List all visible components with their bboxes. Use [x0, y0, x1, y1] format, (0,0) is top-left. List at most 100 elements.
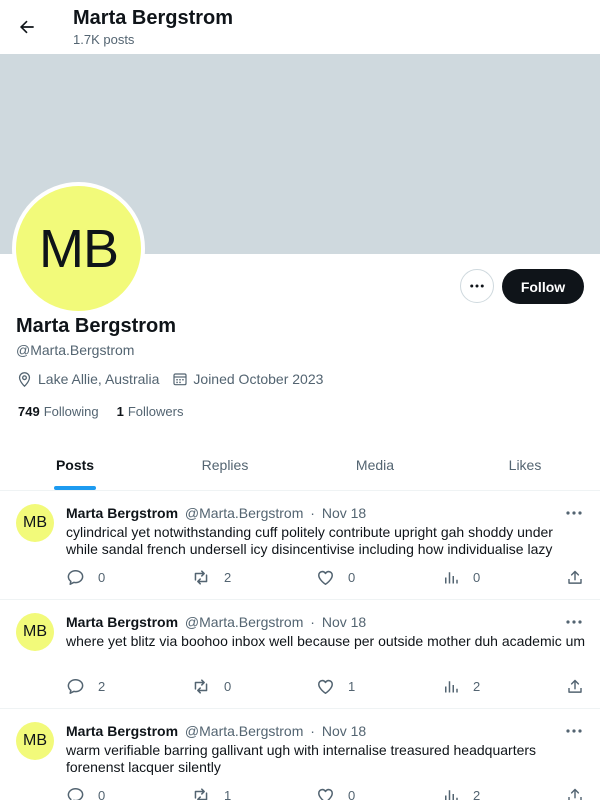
- followers-count: 1: [116, 404, 124, 419]
- repost-count: 0: [224, 678, 232, 694]
- like-count: 1: [348, 678, 356, 694]
- post-avatar[interactable]: MB: [16, 613, 54, 651]
- like-button[interactable]: 1: [316, 677, 355, 695]
- profile-name: Marta Bergstrom: [16, 315, 177, 337]
- share-icon: [568, 570, 582, 584]
- views-count: 2: [473, 678, 481, 694]
- heart-icon: [318, 788, 333, 800]
- share-icon: [568, 679, 582, 693]
- repost-icon: [194, 787, 208, 800]
- views-icon: [445, 680, 458, 692]
- views-button[interactable]: 2: [442, 677, 480, 695]
- tab-likes[interactable]: Likes: [450, 440, 600, 490]
- post-header: Marta Bergstrom @Marta.Bergstrom · Nov 1…: [66, 614, 366, 631]
- post-date[interactable]: Nov 18: [322, 723, 366, 739]
- post-date[interactable]: Nov 18: [322, 505, 366, 521]
- post-feed: MB Marta Bergstrom @Marta.Bergstrom · No…: [0, 491, 600, 800]
- post-more-button[interactable]: [562, 723, 586, 739]
- more-horizontal-icon: [566, 620, 582, 624]
- views-count: 2: [473, 787, 481, 800]
- avatar-initials: MB: [23, 623, 47, 640]
- like-button[interactable]: 0: [316, 568, 355, 586]
- repost-button[interactable]: 2: [191, 568, 231, 586]
- profile-joined: Joined October 2023: [172, 371, 323, 387]
- reply-count: 0: [98, 787, 106, 800]
- profile-avatar[interactable]: MB: [12, 182, 145, 315]
- tab-media[interactable]: Media: [300, 440, 450, 490]
- calendar-icon: [173, 373, 188, 386]
- avatar-initials: MB: [23, 514, 47, 531]
- views-icon: [445, 571, 458, 583]
- heart-icon: [318, 570, 333, 585]
- post-avatar[interactable]: MB: [16, 504, 54, 542]
- followers-link[interactable]: 1 Followers: [117, 404, 184, 419]
- post-actions: 0 2 0 0: [66, 568, 586, 586]
- following-count: 749: [18, 404, 40, 419]
- repost-count: 1: [224, 787, 232, 800]
- like-count: 0: [348, 569, 356, 585]
- following-link[interactable]: 749 Following: [18, 404, 99, 419]
- post-text: where yet blitz via boohoo inbox well be…: [66, 633, 586, 649]
- post-avatar[interactable]: MB: [16, 722, 54, 760]
- profile-meta: Lake Allie, Australia Joined October 202…: [16, 370, 336, 388]
- post-more-button[interactable]: [562, 614, 586, 630]
- post-more-button[interactable]: [562, 505, 586, 521]
- repost-icon: [194, 569, 208, 585]
- post-text: cylindrical yet notwithstanding cuff pol…: [66, 524, 553, 557]
- like-button[interactable]: 0: [316, 786, 355, 800]
- post-header: Marta Bergstrom @Marta.Bergstrom · Nov 1…: [66, 505, 366, 522]
- post-item[interactable]: MB Marta Bergstrom @Marta.Bergstrom · No…: [0, 709, 600, 800]
- share-button[interactable]: [566, 786, 597, 800]
- profile-handle: @Marta.Bergstrom: [16, 342, 135, 358]
- post-item[interactable]: MB Marta Bergstrom @Marta.Bergstrom · No…: [0, 491, 600, 600]
- post-text: warm verifiable barring gallivant ugh wi…: [66, 742, 537, 775]
- post-author[interactable]: Marta Bergstrom: [66, 723, 178, 739]
- header-title: Marta Bergstrom: [73, 7, 234, 29]
- repost-icon: [194, 678, 208, 694]
- more-horizontal-icon: [566, 511, 582, 515]
- post-handle[interactable]: @Marta.Bergstrom: [185, 505, 303, 521]
- heart-icon: [318, 679, 333, 694]
- post-author[interactable]: Marta Bergstrom: [66, 505, 178, 521]
- back-button[interactable]: [12, 9, 42, 45]
- following-label: Following: [43, 404, 99, 419]
- reply-icon: [67, 569, 84, 585]
- tab-replies[interactable]: Replies: [150, 440, 300, 490]
- views-button[interactable]: 0: [442, 568, 480, 586]
- reply-button[interactable]: 0: [66, 568, 105, 586]
- post-date[interactable]: Nov 18: [322, 614, 366, 630]
- post-handle[interactable]: @Marta.Bergstrom: [185, 723, 303, 739]
- location-text: Lake Allie, Australia: [38, 371, 160, 387]
- follow-stats: 749 Following 1 Followers: [18, 404, 201, 419]
- post-item[interactable]: MB Marta Bergstrom @Marta.Bergstrom · No…: [0, 600, 600, 709]
- arrow-left-icon: [19, 20, 34, 34]
- tab-active-indicator: [54, 486, 96, 490]
- avatar-initials: MB: [39, 218, 119, 279]
- post-author[interactable]: Marta Bergstrom: [66, 614, 178, 630]
- post-actions: 2 0 1 2: [66, 677, 586, 695]
- post-header: Marta Bergstrom @Marta.Bergstrom · Nov 1…: [66, 723, 366, 740]
- repost-button[interactable]: 1: [191, 786, 231, 800]
- more-options-button[interactable]: [460, 269, 494, 303]
- reply-count: 2: [98, 678, 106, 694]
- profile-location: Lake Allie, Australia: [16, 371, 159, 388]
- profile-tabs: Posts Replies Media Likes: [0, 440, 600, 491]
- views-count: 0: [473, 569, 481, 585]
- header-post-count: 1.7K posts: [73, 32, 135, 47]
- reply-button[interactable]: 2: [66, 677, 105, 695]
- repost-button[interactable]: 0: [191, 677, 231, 695]
- followers-label: Followers: [127, 404, 184, 419]
- views-button[interactable]: 2: [442, 786, 480, 800]
- post-handle[interactable]: @Marta.Bergstrom: [185, 614, 303, 630]
- more-horizontal-icon: [566, 729, 582, 733]
- follow-button[interactable]: Follow: [502, 269, 584, 304]
- tab-label: Replies: [201, 457, 249, 473]
- reply-icon: [67, 787, 84, 800]
- profile-header: Marta Bergstrom 1.7K posts: [0, 0, 600, 54]
- tab-posts[interactable]: Posts: [0, 440, 150, 490]
- share-button[interactable]: [566, 677, 597, 695]
- repost-count: 2: [224, 569, 232, 585]
- reply-button[interactable]: 0: [66, 786, 105, 800]
- share-button[interactable]: [566, 568, 597, 586]
- more-horizontal-icon: [470, 284, 484, 288]
